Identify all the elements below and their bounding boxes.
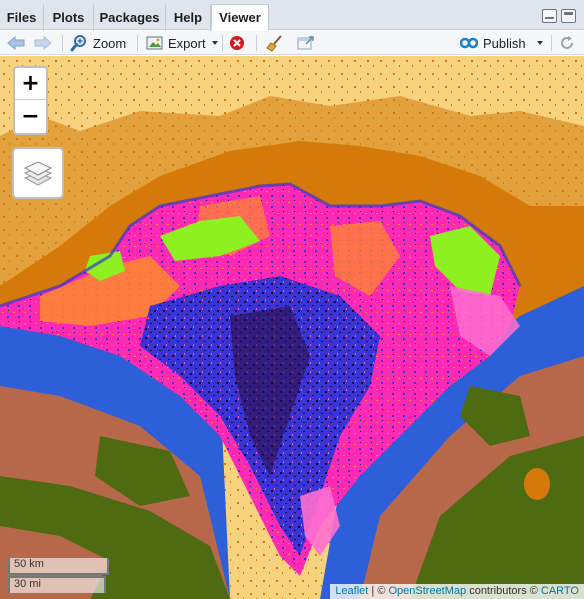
new-window-icon bbox=[297, 36, 314, 50]
window-controls bbox=[542, 9, 576, 23]
leaflet-map[interactable]: + − 50 km 30 mi Leaflet | © OpenStreetMa… bbox=[0, 56, 584, 599]
chevron-down-icon bbox=[536, 41, 543, 45]
tab-files-label: Files bbox=[6, 10, 37, 25]
export-label: Export bbox=[168, 35, 206, 51]
carto-link[interactable]: CARTO bbox=[541, 585, 579, 597]
scale-bar-mi: 30 mi bbox=[8, 576, 106, 593]
publish-icon bbox=[460, 37, 478, 49]
back-arrow-icon bbox=[7, 35, 25, 51]
remove-icon bbox=[230, 36, 244, 50]
tab-plots[interactable]: Plots bbox=[44, 4, 94, 31]
toolbar-divider bbox=[62, 35, 63, 51]
maximize-pane-button[interactable] bbox=[561, 9, 576, 23]
forward-button[interactable] bbox=[34, 31, 52, 55]
back-button[interactable] bbox=[7, 31, 25, 55]
openstreetmap-link[interactable]: OpenStreetMap bbox=[388, 585, 466, 597]
leaflet-link[interactable]: Leaflet bbox=[335, 585, 368, 597]
raster-layer bbox=[0, 56, 584, 599]
toolbar-divider bbox=[222, 35, 223, 51]
forward-arrow-icon bbox=[34, 35, 52, 51]
layers-control-button[interactable] bbox=[12, 147, 64, 199]
layers-icon bbox=[23, 161, 53, 186]
refresh-icon bbox=[561, 36, 573, 49]
tab-files[interactable]: Files bbox=[0, 4, 44, 31]
zoom-out-button[interactable]: − bbox=[15, 100, 46, 132]
zoom-button[interactable]: Zoom bbox=[70, 31, 126, 55]
toolbar-divider bbox=[137, 35, 138, 51]
scale-bar-km: 50 km bbox=[8, 558, 109, 575]
zoom-icon bbox=[70, 35, 86, 52]
viewer-toolbar: Zoom Export Publish bbox=[0, 31, 584, 55]
tab-viewer-label: Viewer bbox=[219, 10, 261, 25]
pane-tab-bar: Files Plots Packages Help Viewer bbox=[0, 0, 584, 31]
refresh-button[interactable] bbox=[559, 31, 575, 55]
tab-viewer[interactable]: Viewer bbox=[211, 4, 269, 31]
minimize-pane-button[interactable] bbox=[542, 9, 557, 23]
tab-packages-label: Packages bbox=[99, 10, 160, 25]
zoom-control: + − bbox=[13, 66, 48, 135]
tab-packages[interactable]: Packages bbox=[94, 4, 166, 31]
chevron-down-icon bbox=[211, 41, 218, 45]
remove-viewer-button[interactable] bbox=[229, 31, 245, 55]
broom-icon bbox=[266, 35, 282, 52]
clear-all-button[interactable] bbox=[266, 31, 284, 55]
toolbar-divider bbox=[551, 35, 552, 51]
toolbar-divider bbox=[256, 35, 257, 51]
map-attribution: Leaflet | © OpenStreetMap contributors ©… bbox=[330, 584, 584, 599]
tab-plots-label: Plots bbox=[52, 10, 85, 25]
publish-menu[interactable]: Publish bbox=[460, 31, 543, 55]
publish-label: Publish bbox=[483, 35, 526, 51]
attribution-separator: | © bbox=[368, 585, 389, 597]
export-icon bbox=[146, 36, 163, 50]
show-in-new-window-button[interactable] bbox=[297, 31, 315, 55]
tab-help[interactable]: Help bbox=[166, 4, 211, 31]
tab-help-label: Help bbox=[173, 10, 203, 25]
zoom-label: Zoom bbox=[93, 35, 127, 51]
zoom-in-button[interactable]: + bbox=[15, 68, 46, 100]
attribution-contributors: contributors © bbox=[466, 585, 541, 597]
export-menu[interactable]: Export bbox=[146, 31, 218, 55]
